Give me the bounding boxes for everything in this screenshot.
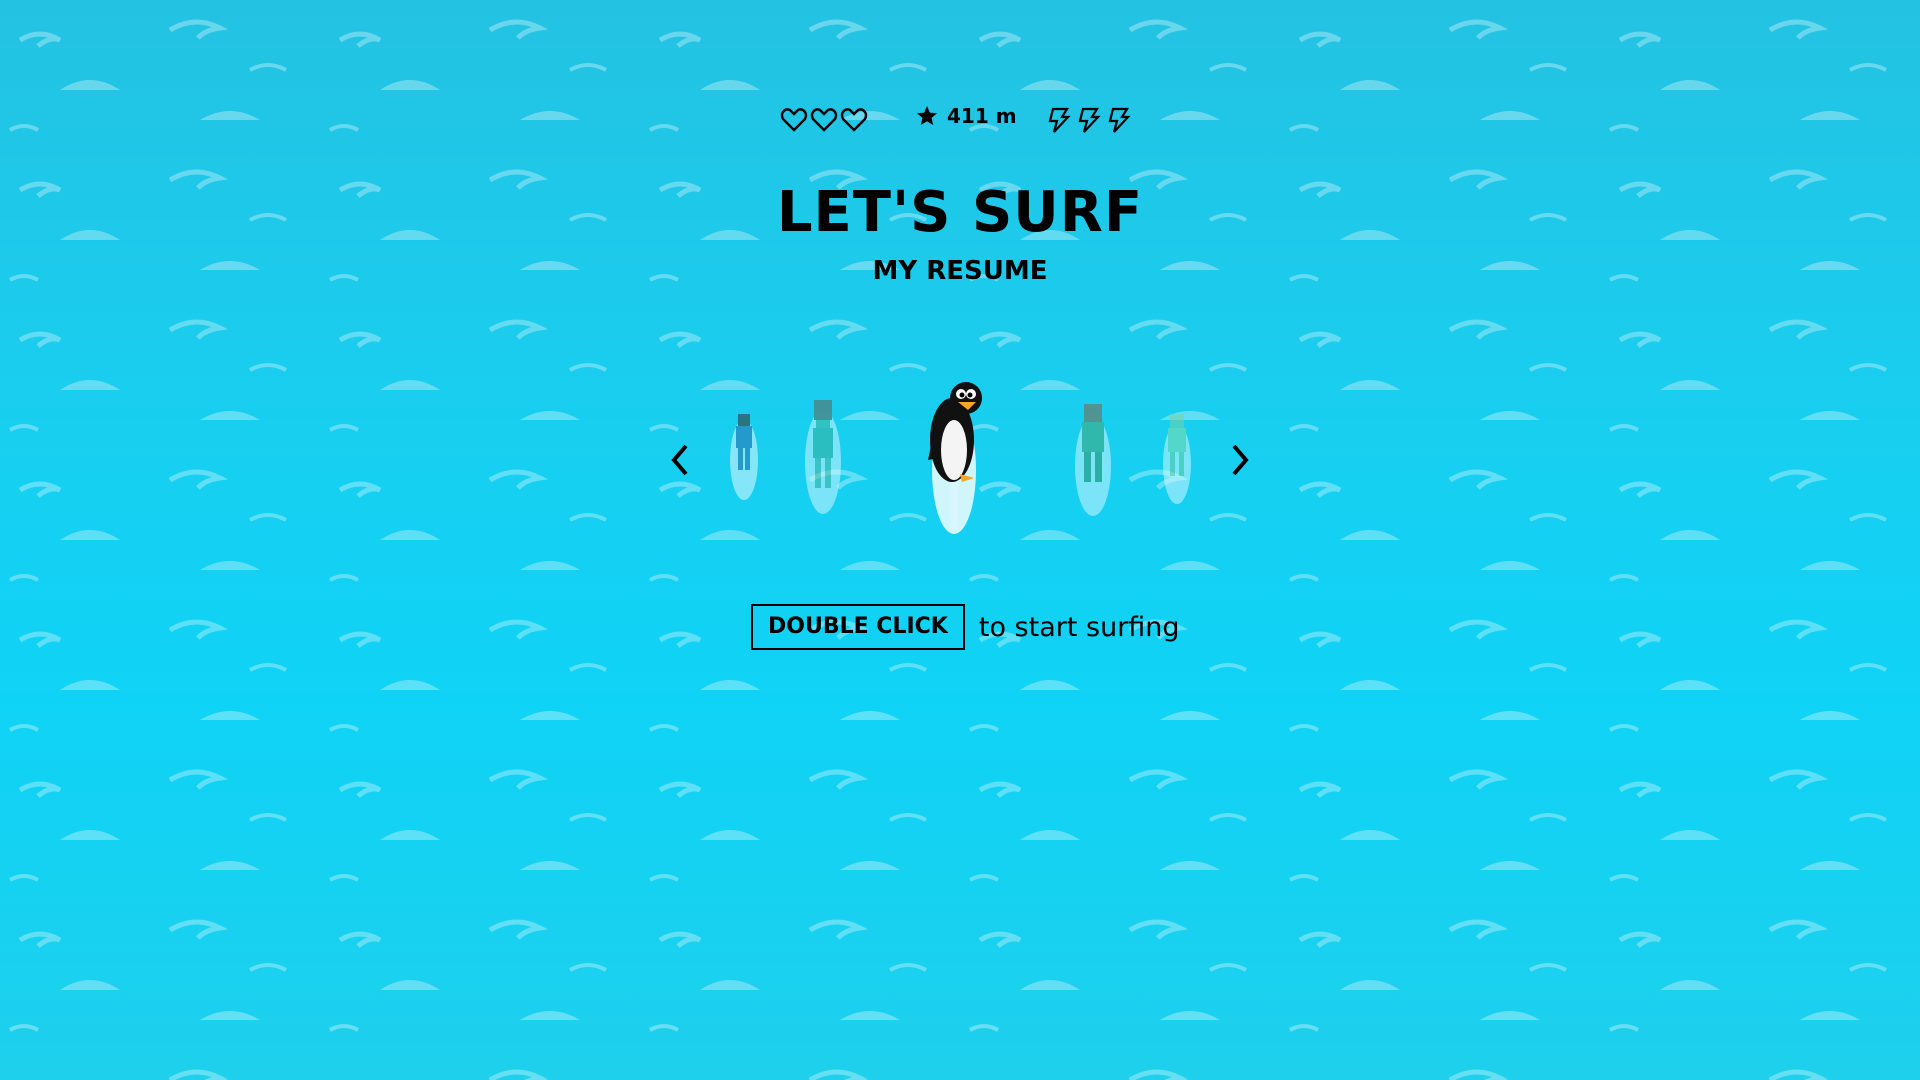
game-title: LET'S SURF bbox=[0, 180, 1920, 245]
chevron-left-icon[interactable] bbox=[666, 440, 696, 480]
boosts-display bbox=[1045, 106, 1133, 134]
hud-bar: 411 m bbox=[0, 102, 1920, 138]
heart-outline-icon bbox=[840, 106, 868, 134]
start-hint-text: to start surfing bbox=[978, 611, 1180, 643]
game-subtitle-text: MY RESUME bbox=[872, 256, 1048, 286]
character-surfer-man[interactable] bbox=[1070, 400, 1116, 522]
lives-display bbox=[780, 106, 868, 134]
game-title-text: LET'S SURF bbox=[776, 180, 1144, 245]
start-prompt: DOUBLE CLICK to start surfing bbox=[751, 604, 1180, 650]
character-surfer-girl[interactable] bbox=[800, 396, 846, 520]
lightning-bolt-icon bbox=[1045, 106, 1073, 134]
lightning-bolt-icon bbox=[1105, 106, 1133, 134]
character-penguin[interactable] bbox=[920, 370, 986, 544]
lightning-bolt-icon bbox=[1075, 106, 1103, 134]
star-icon bbox=[915, 104, 939, 128]
character-carousel bbox=[0, 360, 1920, 540]
heart-outline-icon bbox=[810, 106, 838, 134]
character-surfer-kid[interactable] bbox=[1158, 410, 1196, 510]
distance-display: 411 m bbox=[915, 104, 1017, 128]
distance-value: 411 m bbox=[947, 104, 1017, 128]
chevron-right-icon[interactable] bbox=[1224, 440, 1254, 480]
character-surfer-boy[interactable] bbox=[724, 408, 764, 504]
game-subtitle: MY RESUME bbox=[0, 256, 1920, 286]
double-click-button[interactable]: DOUBLE CLICK bbox=[751, 604, 965, 650]
heart-outline-icon bbox=[780, 106, 808, 134]
